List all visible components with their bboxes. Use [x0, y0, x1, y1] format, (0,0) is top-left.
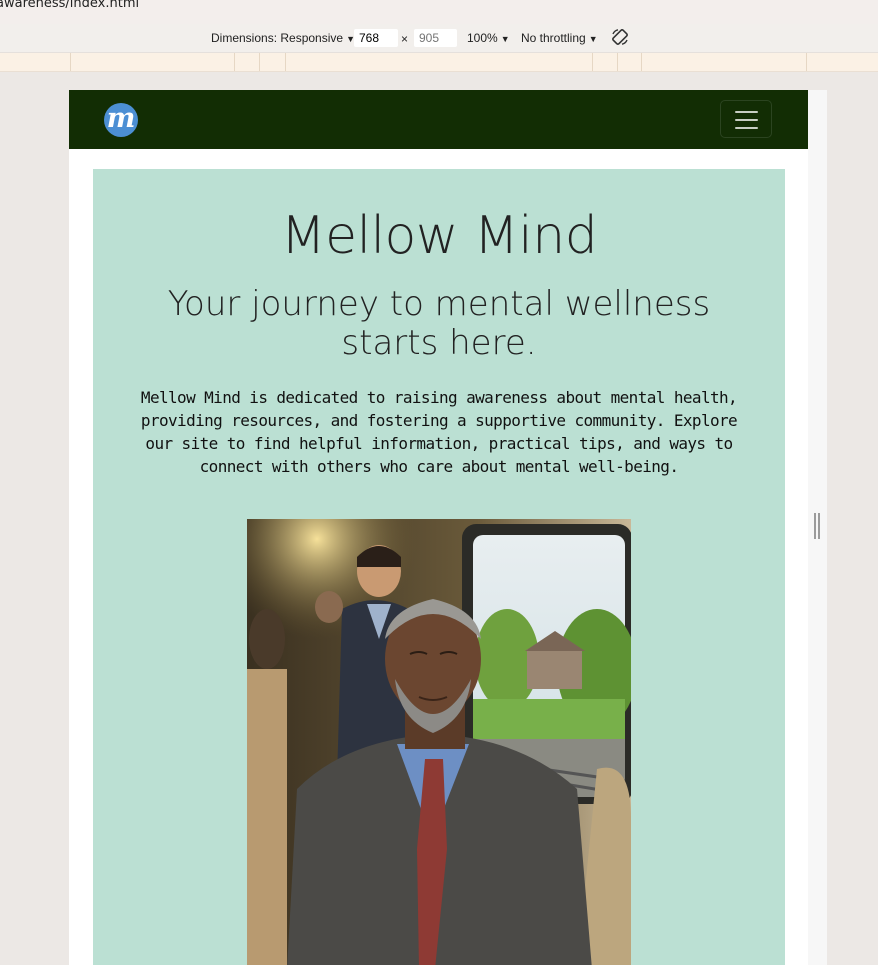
logo-letter: m: [106, 103, 136, 134]
hamburger-menu-button[interactable]: [720, 100, 772, 138]
zoom-dropdown[interactable]: 100% ▼: [467, 31, 510, 45]
zoom-value: 100%: [467, 31, 498, 45]
hamburger-menu-icon: [735, 111, 758, 113]
dimensions-dropdown[interactable]: Dimensions: Responsive ▼: [211, 31, 355, 45]
ruler-tick: [234, 53, 235, 71]
address-bar[interactable]: awareness/index.html: [0, 0, 878, 24]
url-text: awareness/index.html: [0, 0, 140, 11]
page-viewport: m Mellow Mind Your journey to mental wel…: [69, 90, 808, 965]
dropdown-caret-icon: ▼: [500, 34, 510, 44]
hero-intro-text: Mellow Mind is dedicated to raising awar…: [140, 388, 738, 476]
ruler-tick: [641, 53, 642, 71]
hamburger-menu-icon: [735, 127, 758, 129]
ruler-tick: [806, 53, 807, 71]
site-navbar: m: [69, 90, 808, 149]
times-sign: ×: [401, 32, 409, 46]
brand-logo[interactable]: m: [104, 103, 138, 137]
dimensions-label: Dimensions: Responsive: [211, 31, 344, 45]
hamburger-menu-icon: [735, 119, 758, 121]
viewport-resize-handle[interactable]: [814, 513, 820, 539]
throttling-dropdown[interactable]: No throttling ▼: [521, 31, 598, 45]
hero-subtitle: Your journey to mental wellness starts h…: [167, 284, 711, 363]
throttling-value: No throttling: [521, 31, 586, 45]
width-input[interactable]: [354, 29, 398, 47]
media-query-ruler: [0, 53, 878, 72]
rotate-device-icon[interactable]: [611, 28, 629, 46]
hero-photo: [247, 519, 631, 965]
hero-title: Mellow Mind: [280, 206, 598, 266]
ruler-tick: [285, 53, 286, 71]
height-input[interactable]: [414, 29, 457, 47]
ruler-tick: [259, 53, 260, 71]
dropdown-caret-icon: ▼: [588, 34, 598, 44]
hero-section: Mellow Mind Your journey to mental welln…: [93, 169, 785, 965]
ruler-tick: [70, 53, 71, 71]
device-toolbar: Dimensions: Responsive▼ × 100%▼ No throt…: [0, 24, 878, 53]
ruler-tick: [617, 53, 618, 71]
ruler-tick: [592, 53, 593, 71]
